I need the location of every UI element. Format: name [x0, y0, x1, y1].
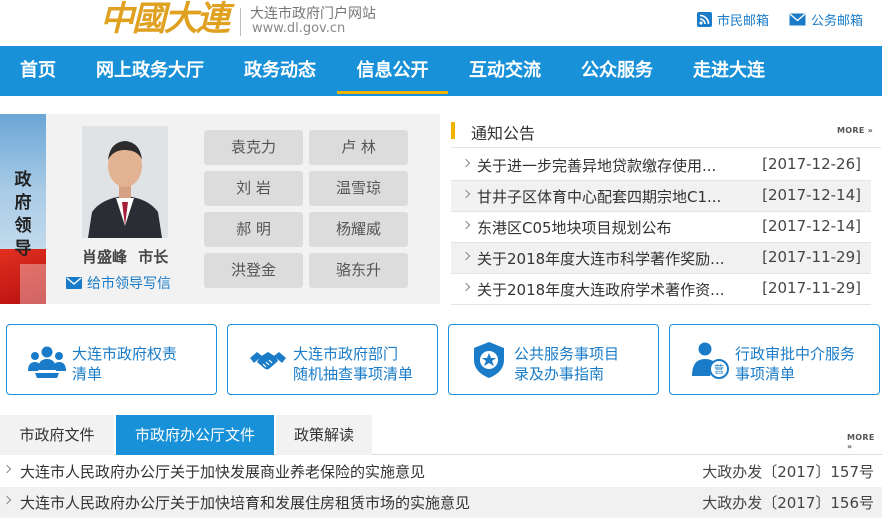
nav-item-interaction[interactable]: 互动交流	[469, 46, 541, 96]
notice-date: [2017-12-26]	[762, 155, 861, 173]
service-title-line1: 公共服务事项目	[514, 345, 620, 363]
write-letter-label: 给市领导写信	[87, 276, 171, 292]
service-title-line2: 随机抽查事项清单	[293, 365, 414, 383]
notice-date: [2017-12-14]	[762, 186, 861, 204]
chevron-right-icon	[461, 189, 471, 199]
notice-item[interactable]: 关于进一步完善异地贷款缴存使用... [2017-12-26]	[451, 150, 871, 181]
gov-leaders-title: 政府领导	[14, 170, 32, 259]
service-random-inspection[interactable]: 大连市政府部门 随机抽查事项清单	[227, 324, 438, 395]
more-label: MORE	[847, 433, 875, 442]
notices-header: 通知公告 MORE »	[451, 116, 881, 148]
service-title-line2: 录及办事指南	[514, 365, 605, 383]
documents-more-link[interactable]: MORE »	[847, 433, 882, 451]
notice-item[interactable]: 甘井子区体育中心配套四期宗地C1... [2017-12-14]	[451, 181, 871, 212]
chevron-right-icon	[2, 495, 12, 505]
notice-text: 东港区C05地块项目规划公布	[477, 219, 672, 237]
chevron-right-icon	[2, 464, 12, 474]
leader-button[interactable]: 卢 林	[309, 130, 408, 165]
nav-item-home[interactable]: 首页	[20, 46, 56, 96]
site-logo[interactable]: 中國大連	[100, 0, 230, 40]
rss-icon	[697, 12, 712, 27]
site-url: www.dl.gov.cn	[252, 21, 346, 36]
citizen-mail-link[interactable]: 市民邮箱	[697, 10, 769, 29]
leader-button[interactable]: 袁克力	[204, 130, 303, 165]
envelope-icon	[789, 13, 806, 26]
envelope-icon	[66, 277, 82, 289]
approval-person-icon: 营	[692, 342, 729, 379]
police-badge-icon	[474, 342, 504, 378]
service-title-line1: 大连市政府权责	[72, 345, 178, 363]
mayor-title-text: 市长	[138, 248, 169, 266]
mayor-portrait	[82, 126, 168, 238]
mayor-name-text: 肖盛峰	[82, 248, 128, 266]
document-number: 大政办发〔2017〕157号	[702, 463, 874, 481]
service-title-line2: 事项清单	[735, 365, 796, 383]
leader-button[interactable]: 骆东升	[309, 253, 408, 288]
notice-text: 关于2018年度大连市科学著作奖励...	[477, 250, 725, 268]
leader-button[interactable]: 郝 明	[204, 212, 303, 247]
notice-date: [2017-11-29]	[762, 248, 861, 266]
svg-text:营: 营	[714, 363, 724, 376]
gov-leaders-banner[interactable]: 政府领导	[0, 114, 46, 304]
notice-text: 关于2018年度大连政府学术著作资...	[477, 281, 725, 299]
people-group-icon	[28, 346, 66, 378]
document-item[interactable]: 大连市人民政府办公厅关于加快发展商业养老保险的实施意见 大政办发〔2017〕15…	[0, 456, 882, 487]
notice-item[interactable]: 关于2018年度大连市科学著作奖励... [2017-11-29]	[451, 243, 871, 274]
document-title: 大连市人民政府办公厅关于加快培育和发展住房租赁市场的实施意见	[20, 494, 471, 512]
nav-item-online-hall[interactable]: 网上政务大厅	[96, 46, 204, 96]
service-title-line1: 大连市政府部门	[293, 345, 399, 363]
service-title-line2: 清单	[72, 365, 103, 383]
more-label: MORE	[837, 126, 865, 135]
official-mail-link[interactable]: 公务邮箱	[789, 10, 863, 29]
service-public-guide[interactable]: 公共服务事项目 录及办事指南	[448, 324, 659, 395]
notices-more-link[interactable]: MORE »	[837, 126, 873, 135]
leader-button[interactable]: 杨耀威	[309, 212, 408, 247]
logo-divider	[240, 8, 241, 36]
chevron-right-icon	[461, 220, 471, 230]
document-number: 大政办发〔2017〕156号	[702, 494, 874, 512]
site-header: 中國大連 大连市政府门户网站 www.dl.gov.cn 市民邮箱 公务邮箱	[0, 0, 882, 46]
leader-button[interactable]: 温雪琼	[309, 171, 408, 206]
mayor-photo[interactable]	[82, 126, 168, 238]
main-nav: 首页 网上政务大厅 政务动态 信息公开 互动交流 公众服务 走进大连	[0, 46, 882, 96]
service-power-list[interactable]: 大连市政府权责 清单	[6, 324, 217, 395]
tab-policy-interpretation[interactable]: 政策解读	[276, 415, 372, 455]
write-letter-link[interactable]: 给市领导写信	[66, 273, 171, 293]
leader-button[interactable]: 刘 岩	[204, 171, 303, 206]
section-marker	[451, 122, 455, 139]
service-title-line1: 行政审批中介服务	[735, 345, 856, 363]
notice-text: 甘井子区体育中心配套四期宗地C1...	[477, 188, 722, 206]
notices-title: 通知公告	[471, 124, 536, 143]
handshake-icon	[250, 352, 286, 370]
notice-date: [2017-12-14]	[762, 217, 861, 235]
notice-item[interactable]: 东港区C05地块项目规划公布 [2017-12-14]	[451, 212, 871, 243]
site-name: 大连市政府门户网站	[250, 6, 376, 22]
citizen-mail-label: 市民邮箱	[717, 14, 770, 29]
leaders-panel: 政府领导 肖盛峰 市长 给市领导写信 袁克力 卢 林 刘 岩 温雪琼 郝 明 杨…	[0, 114, 440, 304]
chevron-right-icon	[461, 158, 471, 168]
tab-municipal-documents[interactable]: 市政府文件	[0, 415, 114, 455]
nav-item-public-service[interactable]: 公众服务	[581, 46, 653, 96]
leader-button[interactable]: 洪登金	[204, 253, 303, 288]
nav-item-info-disclosure[interactable]: 信息公开	[337, 46, 448, 94]
notice-text: 关于进一步完善异地贷款缴存使用...	[477, 157, 717, 175]
document-title: 大连市人民政府办公厅关于加快发展商业养老保险的实施意见	[20, 463, 426, 481]
mayor-name[interactable]: 肖盛峰 市长	[82, 246, 168, 267]
notice-date: [2017-11-29]	[762, 279, 861, 297]
nav-item-gov-news[interactable]: 政务动态	[244, 46, 316, 96]
flag-highlight	[20, 264, 46, 304]
tab-office-documents[interactable]: 市政府办公厅文件	[116, 415, 274, 455]
nav-item-about-dalian[interactable]: 走进大连	[693, 46, 765, 96]
service-approval-agency[interactable]: 营 行政审批中介服务 事项清单	[669, 324, 880, 395]
document-item[interactable]: 大连市人民政府办公厅关于加快培育和发展住房租赁市场的实施意见 大政办发〔2017…	[0, 487, 882, 518]
document-tabs: 市政府文件 市政府办公厅文件 政策解读 MORE »	[0, 415, 882, 455]
chevron-right-icon	[461, 282, 471, 292]
notice-item[interactable]: 关于2018年度大连政府学术著作资... [2017-11-29]	[451, 274, 871, 305]
chevron-right-icon	[461, 251, 471, 261]
official-mail-label: 公务邮箱	[811, 14, 864, 29]
